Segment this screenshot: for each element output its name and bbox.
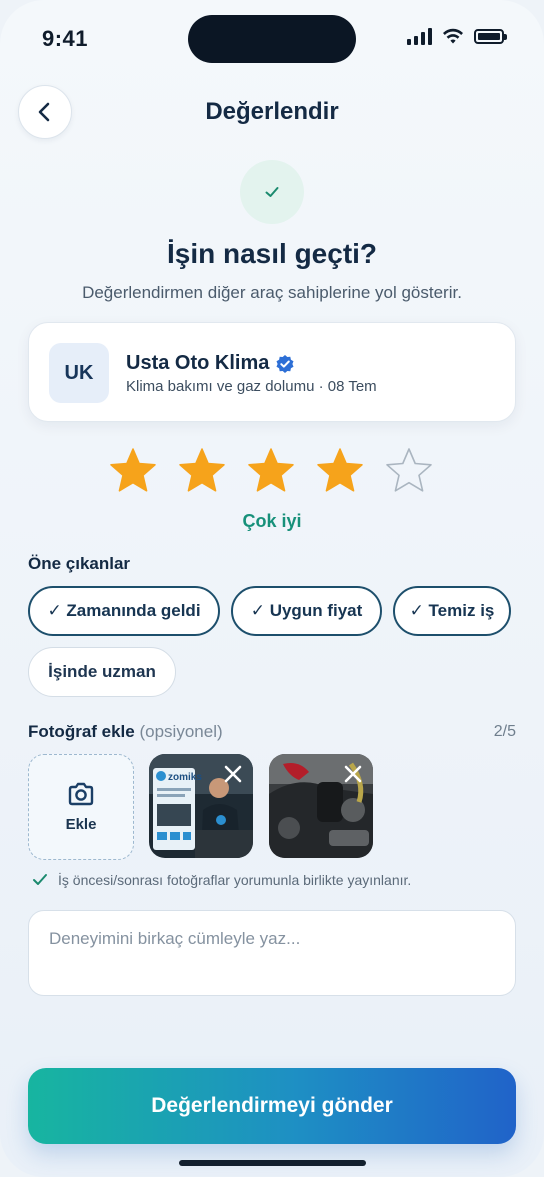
submit-review-button[interactable]: Değerlendirmeyi gönder	[28, 1068, 516, 1144]
verified-badge-icon	[276, 354, 294, 373]
dynamic-island	[188, 15, 356, 63]
success-check-badge	[240, 160, 304, 224]
photos-optional-text: (opsiyonel)	[139, 722, 223, 741]
status-icons	[407, 28, 507, 45]
star-filled-icon[interactable]	[315, 446, 365, 496]
add-photo-label: Ekle	[65, 815, 97, 833]
rating-question: İşin nasıl geçti?	[166, 238, 378, 269]
camera-icon	[68, 782, 94, 805]
highlights-title: Öne çıkanlar	[28, 554, 131, 573]
close-icon	[224, 765, 242, 783]
page-title: Değerlendir	[205, 98, 339, 125]
photo-thumbnail-1[interactable]: zomiks	[149, 754, 253, 858]
photos-title-text: Fotoğraf ekle	[28, 722, 135, 741]
close-icon	[344, 765, 362, 783]
provider-name: Usta Oto Klima	[126, 352, 270, 374]
chip-isinde-uzman[interactable]: İşinde uzman	[28, 647, 176, 697]
workshop-logo-text: zomiks	[168, 772, 202, 783]
star-rating	[108, 446, 434, 496]
signal-icon	[407, 28, 432, 45]
add-photo-button[interactable]: Ekle	[28, 754, 134, 860]
battery-icon	[474, 29, 507, 44]
photo-counter: 2/5	[493, 723, 516, 740]
chip-temiz-is[interactable]: ✓ Temiz iş	[393, 586, 511, 636]
remove-photo-2-button[interactable]	[339, 760, 367, 788]
rating-subtitle: Değerlendirmen diğer araç sahiplerine yo…	[82, 283, 462, 302]
star-empty-icon[interactable]	[384, 446, 434, 496]
comment-input[interactable]	[28, 910, 516, 996]
provider-service-date: Klima bakımı ve gaz dolumu · 08 Tem	[126, 378, 377, 395]
provider-avatar: UK	[49, 343, 109, 403]
status-time: 9:41	[42, 26, 89, 51]
photo-hint-text: İş öncesi/sonrası fotoğraflar yorumunla …	[58, 872, 412, 888]
wifi-icon	[443, 28, 463, 44]
provider-card: UK Usta Oto Klima Klima bakımı ve gaz do…	[28, 322, 516, 422]
photo-hint: İş öncesi/sonrası fotoğraflar yorumunla …	[32, 872, 411, 888]
star-filled-icon[interactable]	[246, 446, 296, 496]
phone-screen: 9:41 Değerlendir İşin nasıl geçti? Değer…	[0, 0, 544, 1177]
chip-zamaninda-geldi[interactable]: ✓ Zamanında geldi	[28, 586, 220, 636]
chip-uygun-fiyat[interactable]: ✓ Uygun fiyat	[231, 586, 382, 636]
check-icon	[33, 874, 47, 885]
rating-label: Çok iyi	[242, 511, 302, 531]
photos-title: Fotoğraf ekle (opsiyonel)	[28, 722, 223, 742]
photo-thumbnail-2[interactable]	[269, 754, 373, 858]
star-filled-icon[interactable]	[177, 446, 227, 496]
home-indicator	[179, 1160, 366, 1166]
star-filled-icon[interactable]	[108, 446, 158, 496]
provider-name-row: Usta Oto Klima	[126, 352, 295, 375]
check-icon	[265, 187, 279, 197]
remove-photo-1-button[interactable]	[219, 760, 247, 788]
